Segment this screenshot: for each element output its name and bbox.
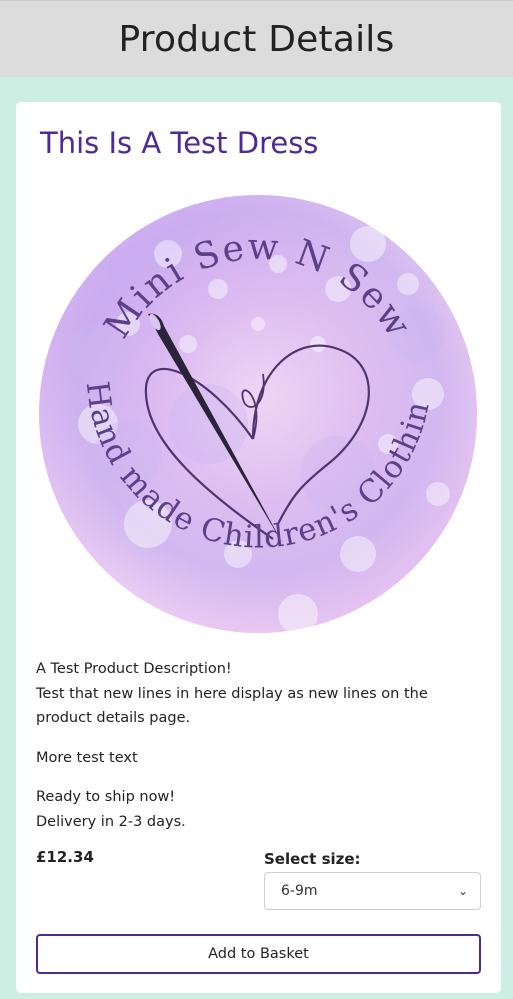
size-select[interactable]: 6-9m ⌄ bbox=[264, 872, 481, 910]
description-paragraph: More test text bbox=[36, 749, 138, 766]
page-title: Product Details bbox=[118, 18, 395, 60]
description-line: Ready to ship now! bbox=[36, 789, 176, 805]
description-paragraph: Ready to ship now! Delivery in 2-3 days. bbox=[36, 785, 476, 834]
add-to-basket-button[interactable]: Add to Basket bbox=[36, 934, 481, 974]
size-selected-value: 6-9m bbox=[281, 883, 318, 899]
product-card: This Is A Test Dress Mini Sew N Sew Hand… bbox=[16, 102, 501, 993]
description-line: Test that new lines in here display as n… bbox=[36, 685, 428, 727]
product-image: Mini Sew N Sew Hand made Children's Clot… bbox=[28, 166, 478, 634]
page-header: Product Details bbox=[0, 0, 513, 77]
mini-sew-n-sew-logo: Mini Sew N Sew Hand made Children's Clot… bbox=[28, 166, 477, 634]
description-line: A Test Product Description! bbox=[36, 661, 232, 677]
description-line: Delivery in 2-3 days. bbox=[36, 813, 186, 830]
description-paragraph: A Test Product Description! Test that ne… bbox=[36, 657, 476, 731]
size-select-label: Select size: bbox=[264, 850, 361, 868]
product-description: A Test Product Description! Test that ne… bbox=[36, 657, 476, 849]
product-price: £12.34 bbox=[36, 848, 94, 866]
product-name: This Is A Test Dress bbox=[40, 126, 319, 160]
chevron-down-icon: ⌄ bbox=[457, 884, 468, 898]
